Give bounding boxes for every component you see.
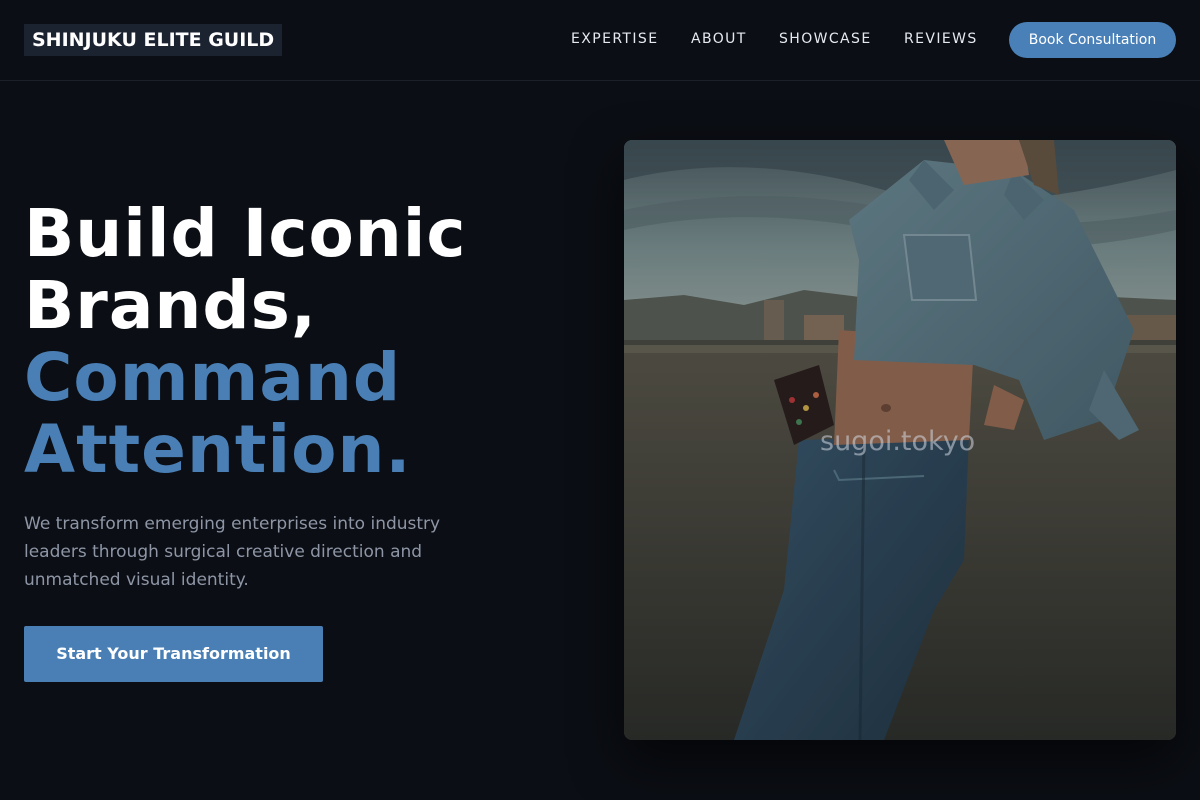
- photo-watermark: sugoi.tokyo: [820, 426, 976, 457]
- hero-accent-line-2: Attention.: [24, 411, 412, 488]
- book-consultation-button[interactable]: Book Consultation: [1009, 22, 1176, 58]
- top-nav: SHINJUKU ELITE GUILD EXPERTISE ABOUT SHO…: [0, 0, 1200, 81]
- nav-link-reviews[interactable]: REVIEWS: [904, 30, 978, 48]
- nav-link-about[interactable]: ABOUT: [691, 30, 747, 48]
- hero-accent-line-1: Command: [24, 339, 402, 416]
- hero-photo: sugoi.tokyo: [624, 140, 1176, 740]
- hero-title-line-2: Brands,: [24, 267, 317, 344]
- brand-logo[interactable]: SHINJUKU ELITE GUILD: [24, 24, 283, 56]
- hero-title: Build Iconic Brands, Command Attention.: [24, 198, 564, 486]
- nav-link-showcase[interactable]: SHOWCASE: [779, 30, 872, 48]
- hero-title-line-1: Build Iconic: [24, 195, 467, 272]
- start-transformation-button[interactable]: Start Your Transformation: [24, 626, 323, 682]
- nav-link-expertise[interactable]: EXPERTISE: [571, 30, 658, 48]
- hero-subtitle: We transform emerging enterprises into i…: [24, 514, 441, 590]
